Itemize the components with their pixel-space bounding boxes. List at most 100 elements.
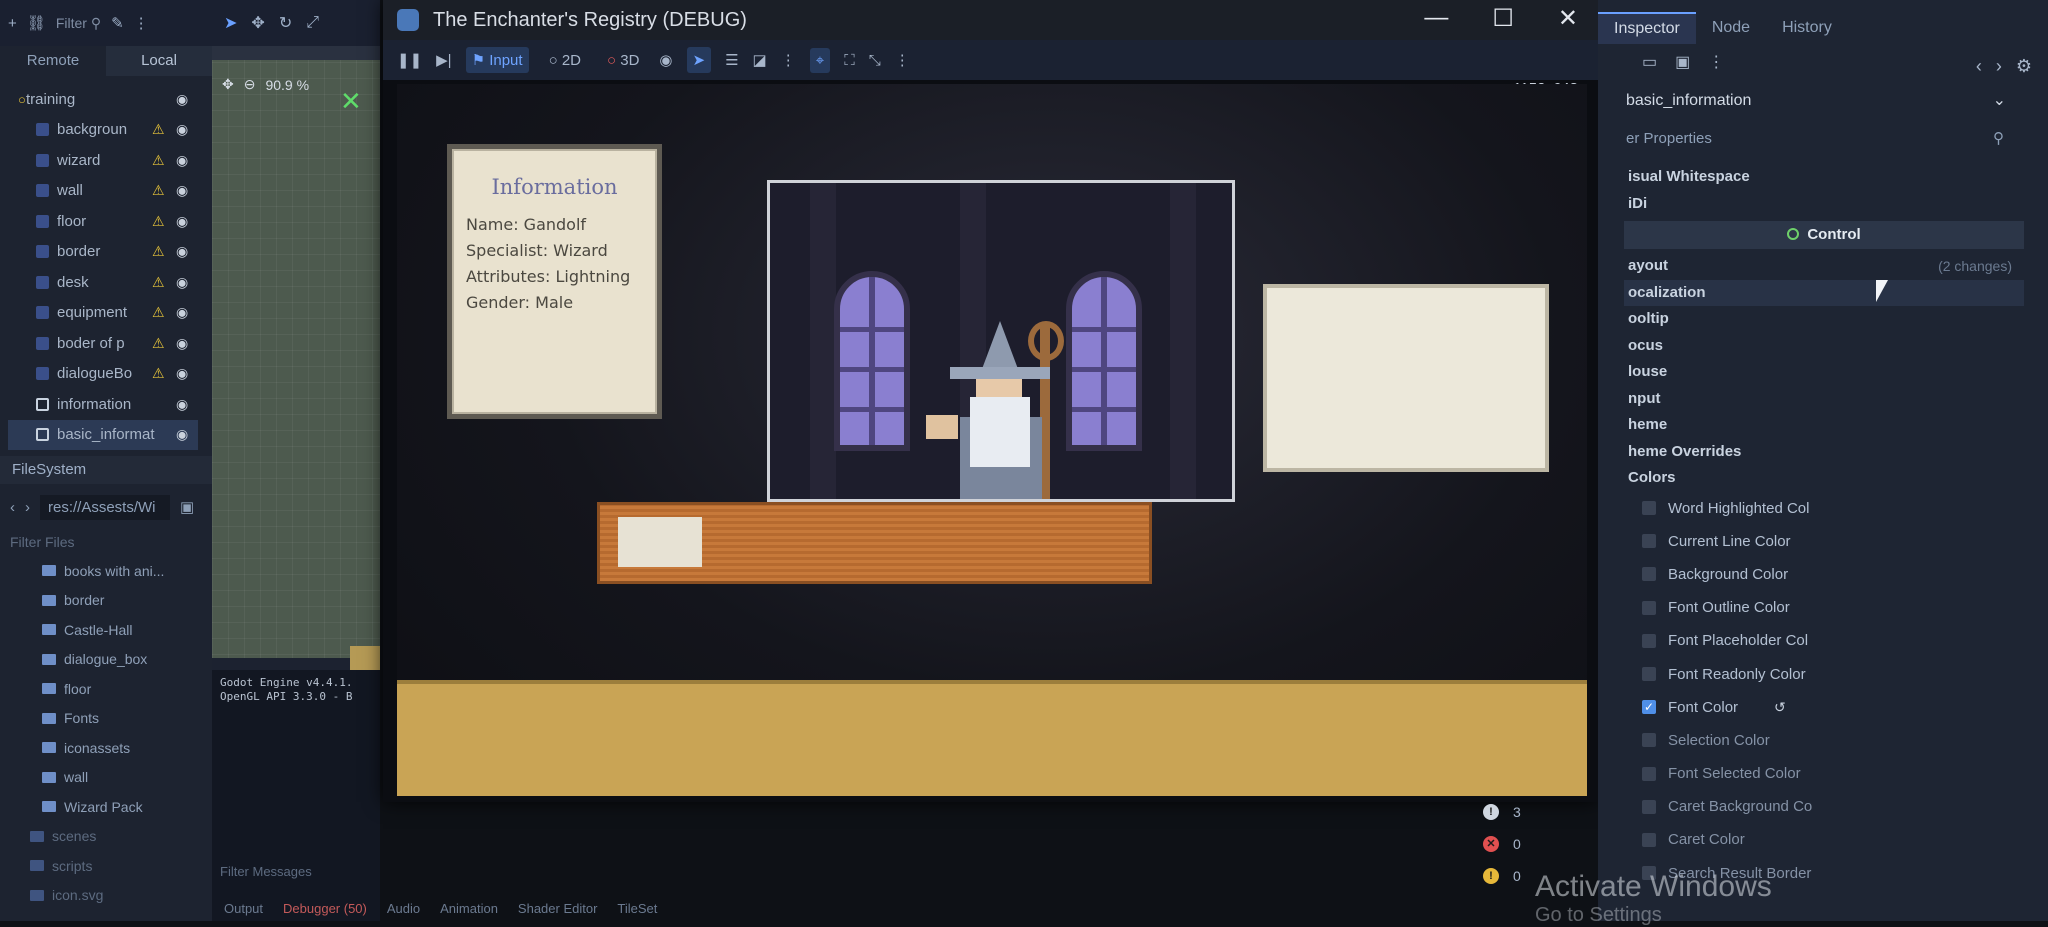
override-checkbox[interactable]: ✓: [1642, 700, 1656, 715]
visibility-eye-icon[interactable]: ◉: [176, 396, 188, 413]
visibility-eye-icon[interactable]: ◉: [176, 365, 188, 382]
inspector-section[interactable]: iDi: [1624, 191, 2024, 218]
scene-tree-item[interactable]: information ◉: [8, 389, 198, 420]
visibility-eye-icon[interactable]: ◉: [176, 213, 188, 230]
warning-icon[interactable]: ⚠: [152, 304, 165, 321]
color-override-property[interactable]: Font Selected Color: [1624, 757, 2024, 790]
visibility-eye-icon[interactable]: ◉: [176, 91, 188, 108]
scene-tree-item[interactable]: dialogueBo ⚠ ◉: [8, 359, 198, 390]
focus-camera-icon[interactable]: ⌖: [809, 47, 831, 73]
warning-icon[interactable]: ⚠: [152, 182, 165, 199]
inspector-section[interactable]: Colors: [1624, 465, 2024, 492]
list-select-icon[interactable]: ☰: [725, 51, 738, 69]
inspector-section[interactable]: heme Overrides: [1624, 439, 2024, 466]
color-override-property[interactable]: Caret Background Co: [1624, 790, 2024, 823]
inspector-section[interactable]: ayout (2 changes): [1624, 253, 2024, 280]
fullscreen-icon[interactable]: ⛶: [844, 52, 855, 69]
filesystem-item[interactable]: Wizard Pack: [30, 792, 205, 822]
next-frame-icon[interactable]: ▶|: [436, 51, 451, 69]
warning-icon[interactable]: ⚠: [152, 365, 165, 382]
filesystem-path-field[interactable]: res://Assests/Wi: [40, 494, 170, 520]
save-icon[interactable]: ▣: [1675, 52, 1690, 72]
override-checkbox[interactable]: [1642, 733, 1656, 748]
warning-icon[interactable]: ⚠: [152, 335, 165, 352]
bottom-tab[interactable]: Debugger (50): [283, 901, 367, 916]
override-checkbox[interactable]: [1642, 832, 1656, 847]
more-icon[interactable]: ⋮: [781, 51, 796, 69]
color-override-property[interactable]: Font Readonly Color: [1624, 657, 2024, 690]
bottom-tab[interactable]: Audio: [387, 901, 420, 916]
color-override-property[interactable]: Background Color: [1624, 558, 2024, 591]
warning-icon[interactable]: ⚠: [152, 152, 165, 169]
scene-tree-item[interactable]: wall ⚠ ◉: [8, 176, 198, 207]
history-forward-icon[interactable]: ›: [1996, 56, 2002, 77]
pause-icon[interactable]: ❚❚: [397, 51, 422, 69]
scale-tool-icon[interactable]: ⤢: [306, 14, 319, 32]
local-tab[interactable]: Local: [106, 46, 212, 76]
inspector-section[interactable]: heme: [1624, 412, 2024, 439]
input-toggle-button[interactable]: ⚑ Input: [465, 47, 529, 73]
bottom-tab[interactable]: TileSet: [617, 901, 657, 916]
split-view-icon[interactable]: ▣: [180, 498, 194, 516]
override-checkbox[interactable]: [1642, 567, 1656, 582]
scene-tree-item[interactable]: boder of p ⚠ ◉: [8, 328, 198, 359]
inspector-section[interactable]: ocus: [1624, 333, 2024, 360]
scene-tree-item[interactable]: equipment ⚠ ◉: [8, 298, 198, 329]
filesystem-item[interactable]: iconassets: [30, 733, 205, 763]
open-folder-icon[interactable]: ▭: [1642, 52, 1657, 72]
filesystem-item[interactable]: floor: [30, 674, 205, 704]
override-checkbox[interactable]: [1642, 667, 1656, 682]
visibility-eye-icon[interactable]: ◉: [176, 274, 188, 291]
link-icon[interactable]: ⛓: [27, 14, 46, 32]
filesystem-item[interactable]: border: [30, 586, 205, 616]
visibility-eye-icon[interactable]: ◉: [176, 121, 188, 138]
override-checkbox[interactable]: [1642, 766, 1656, 781]
visibility-eye-icon[interactable]: ◉: [176, 335, 188, 352]
select-icon[interactable]: ➤: [686, 47, 712, 73]
rotate-tool-icon[interactable]: ↻: [279, 13, 292, 33]
filesystem-item[interactable]: books with ani...: [30, 556, 205, 586]
filesystem-item[interactable]: Castle-Hall: [30, 615, 205, 645]
filesystem-item[interactable]: scenes: [30, 822, 205, 852]
scene-filter-input[interactable]: Filter ⚲: [56, 15, 101, 32]
inspected-object-selector[interactable]: basic_information ⌄: [1622, 86, 2012, 116]
inspector-section[interactable]: nput: [1624, 386, 2024, 413]
scene-tree-item[interactable]: floor ⚠ ◉: [8, 206, 198, 237]
filesystem-item[interactable]: icon.svg: [30, 881, 205, 911]
camera-icon[interactable]: ◪: [753, 51, 767, 69]
game-canvas[interactable]: Information Name: Gandolf Specialist: Wiz…: [397, 84, 1587, 796]
inspector-section[interactable]: isual Whitespace: [1624, 164, 2024, 191]
more-icon-2[interactable]: ⋮: [895, 51, 910, 69]
visibility-eye-icon[interactable]: ◉: [176, 182, 188, 199]
maximize-button[interactable]: ☐: [1492, 4, 1514, 33]
fit-icon[interactable]: ⤡: [869, 52, 881, 69]
override-checkbox[interactable]: [1642, 534, 1656, 549]
color-override-property[interactable]: Current Line Color: [1624, 525, 2024, 558]
scene-tree-item[interactable]: border ⚠ ◉: [8, 237, 198, 268]
override-checkbox[interactable]: [1642, 799, 1656, 814]
viewport-2d[interactable]: ✥ ⊖ 90.9 % ✕: [212, 46, 380, 704]
filter-messages-input[interactable]: Filter Messages: [220, 864, 312, 879]
move-tool-icon[interactable]: ✥: [251, 13, 264, 33]
zoom-level[interactable]: 90.9 %: [265, 77, 309, 93]
inspector-tab[interactable]: Node: [1696, 13, 1766, 43]
add-node-icon[interactable]: +: [8, 15, 17, 32]
color-override-property[interactable]: Font Placeholder Col: [1624, 624, 2024, 657]
forward-arrow-icon[interactable]: ›: [25, 499, 30, 516]
window-titlebar[interactable]: The Enchanter's Registry (DEBUG) — ☐ ✕: [383, 0, 1598, 40]
filesystem-item[interactable]: scripts: [30, 851, 205, 881]
filter-properties-input[interactable]: er Properties ⚲: [1622, 124, 2018, 154]
object-menu-icon[interactable]: ⚙: [2016, 56, 2032, 77]
filesystem-item[interactable]: wall: [30, 763, 205, 793]
filesystem-item[interactable]: dialogue_box: [30, 645, 205, 675]
remote-tab[interactable]: Remote: [0, 46, 106, 76]
override-checkbox[interactable]: [1642, 633, 1656, 648]
color-override-property[interactable]: Selection Color: [1624, 724, 2024, 757]
warning-icon[interactable]: ⚠: [152, 243, 165, 260]
warning-icon[interactable]: ⚠: [152, 213, 165, 230]
warning-counter[interactable]: ! 3: [1475, 796, 1535, 828]
scene-tree-item[interactable]: ○ training ◉: [8, 84, 198, 115]
color-override-property[interactable]: ✓ Font Color ↺: [1624, 691, 2024, 724]
color-override-property[interactable]: Caret Color: [1624, 823, 2024, 856]
inspector-section[interactable]: louse: [1624, 359, 2024, 386]
